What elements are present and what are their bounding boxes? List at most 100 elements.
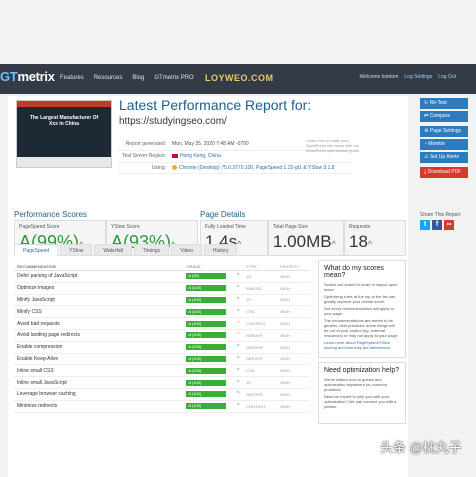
table-row[interactable]: Minimize redirects A (100) ^ CONTENT HIGH [14, 401, 310, 413]
grade-bar: A (100) [186, 308, 227, 315]
requests-value: 18^ [349, 232, 373, 251]
scores-info-box: What do my scores mean? Scores are sorte… [318, 260, 406, 358]
priority-cell: HIGH [280, 273, 291, 279]
table-row[interactable]: Minify JavaScript A (100) ^ JS HIGH [14, 295, 310, 307]
trend-up-icon: ^ [237, 308, 240, 315]
page-size-label: Total Page Size [273, 224, 308, 230]
recommendation-name[interactable]: Defer parsing of JavaScript [14, 273, 186, 279]
table-row[interactable]: Enable Keep-Alive A (100) ^ SERVER HIGH [14, 354, 310, 366]
recommendation-name[interactable]: Optimize images [14, 285, 186, 291]
page-details-heading: Page Details [200, 210, 246, 219]
priority-cell: HIGH [280, 391, 291, 397]
grade-bar: A (100) [186, 332, 227, 339]
priority-cell: HIGH [280, 297, 291, 303]
type-cell: JS [246, 380, 251, 386]
nav-gtmetrix-pro[interactable]: GTmetrix PRO [154, 75, 193, 81]
recommendation-name[interactable]: Avoid bad requests [14, 321, 186, 327]
tab-yslow[interactable]: YSlow [60, 244, 93, 256]
grade-label: A (100) [188, 308, 202, 314]
link-icon[interactable]: ∞ [444, 220, 454, 230]
tab-pagespeed[interactable]: PageSpeed [14, 244, 59, 256]
grade-bar: A (100) [186, 344, 227, 351]
table-row[interactable]: Optimize images A (100) ^ IMAGES HIGH [14, 283, 310, 295]
meta-row-using: Using: Chrome (Desktop) 75.0.3770.100, Pa… [118, 163, 352, 175]
grade-cell: A (100) [186, 367, 230, 374]
trend-up-icon: ^ [237, 296, 240, 303]
recommendation-name[interactable]: Minify JavaScript [14, 297, 186, 303]
priority-cell: HIGH [280, 380, 291, 386]
type-cell: JS [246, 297, 251, 303]
scores-info-link[interactable]: Learn more about PageSpeed/YSlow scoring… [319, 339, 405, 351]
download-pdf-button[interactable]: ⤓ Download PDF [420, 167, 468, 178]
grade-bar: A (100) [186, 367, 227, 374]
warning-icon: * [237, 320, 240, 327]
table-row[interactable]: Leverage browser caching A (100) ^ SERVER HI… [14, 389, 310, 401]
gtmetrix-logo[interactable]: GTmetrix [0, 69, 55, 84]
set-up-alerts-button[interactable]: ⚠ Set Up Alerts [420, 152, 468, 163]
recommendation-name[interactable]: Leverage browser caching [14, 391, 186, 397]
table-row[interactable]: Defer parsing of JavaScript A (99) ^ JS HIGH [14, 271, 310, 283]
recommendation-name[interactable]: Inline small JavaScript [14, 380, 186, 386]
thumbnail-strip [17, 157, 111, 167]
grade-cell: A (100) [186, 296, 230, 303]
priority-cell: HIGH [280, 356, 291, 362]
recommendation-name[interactable]: Avoid landing page redirects [14, 332, 186, 338]
retest-button[interactable]: ↻ Re-Test [420, 98, 468, 109]
grade-bar: A (100) [186, 320, 227, 327]
nav-blog[interactable]: Blog [132, 75, 144, 81]
watermark-text: 头条 @枕丸子 [380, 440, 462, 455]
type-cell: SERVER [246, 356, 263, 362]
table-row[interactable]: Enable compression A (100) ^ SERVER HIGH [14, 342, 310, 354]
twitter-icon[interactable]: t [420, 220, 430, 230]
tab-history[interactable]: History [203, 244, 238, 256]
trend-up-icon: ^ [367, 239, 373, 249]
grade-label: A (100) [188, 320, 202, 326]
monitor-button[interactable]: ◔ Monitor [420, 139, 468, 150]
table-row[interactable]: Minify CSS A (100) ^ CSS HIGH [14, 306, 310, 319]
nav-features[interactable]: Features [60, 75, 84, 81]
page-settings-button[interactable]: ⚙ Page Settings [420, 126, 468, 137]
report-url[interactable]: https://studyingseo.com/ [119, 116, 227, 127]
grade-bar: A (100) [186, 403, 227, 410]
log-out-link[interactable]: Log Out [438, 74, 456, 80]
optimization-help-line: We've written how-to guides and optimiza… [324, 377, 387, 392]
scores-info-line: Not every recommendation will apply to y… [324, 306, 394, 316]
grade-label: A (100) [188, 391, 202, 397]
log-settings-link[interactable]: Log Settings [404, 74, 432, 80]
table-row[interactable]: Avoid bad requests A (100) * CONTENT HIGH [14, 318, 310, 330]
priority-cell: HIGH [280, 368, 291, 374]
nav-resources[interactable]: Resources [94, 75, 123, 81]
chrome-icon [172, 165, 177, 171]
grade-cell: A (100) [186, 320, 230, 327]
table-row[interactable]: Avoid landing page redirects A (100) * SERV… [14, 330, 310, 342]
table-row[interactable]: Inline small JavaScript A (100) ^ JS HIGH [14, 377, 310, 389]
grade-bar: A (99) [186, 273, 227, 280]
type-cell: CSS [246, 368, 255, 374]
tab-waterfall[interactable]: Waterfall [94, 244, 132, 256]
tab-video[interactable]: Video [171, 244, 202, 256]
trend-up-icon: ^ [331, 239, 336, 249]
grade-cell: A (100) [186, 391, 230, 398]
grade-label: A (100) [188, 344, 202, 350]
column-header-recommendation: RECOMMENDATION [17, 263, 56, 269]
china-flag-icon [172, 153, 178, 158]
recommendation-name[interactable]: Enable Keep-Alive [14, 356, 186, 362]
trend-up-icon: ^ [237, 391, 240, 398]
site-screenshot-thumbnail: The Largest Manufacturer Of Xxx in China [16, 100, 112, 168]
type-cell: CSS [246, 309, 255, 315]
recommendation-name[interactable]: Enable compression [14, 344, 186, 350]
recommendation-name[interactable]: Inline small CSS [14, 368, 186, 374]
grade-bar: A (100) [186, 379, 227, 386]
type-cell: SERVER [246, 332, 263, 338]
trend-up-icon: ^ [237, 344, 240, 351]
table-row[interactable]: Inline small CSS A (100) ^ CSS HIGH [14, 365, 310, 378]
watermark-logo: LOYWEO.COM [205, 73, 274, 83]
facebook-icon[interactable]: f [432, 220, 442, 230]
optimization-help-title: Need optimization help? [324, 367, 400, 374]
compare-button[interactable]: ⇄ Compare [420, 111, 468, 122]
tab-timings[interactable]: Timings [133, 244, 170, 256]
grade-label: A (100) [188, 403, 202, 409]
wordpress-guide-promo[interactable]: Learn how to make your WordPress site fa… [306, 138, 366, 153]
recommendation-name[interactable]: Minimize redirects [14, 403, 186, 409]
recommendation-name[interactable]: Minify CSS [14, 309, 186, 315]
